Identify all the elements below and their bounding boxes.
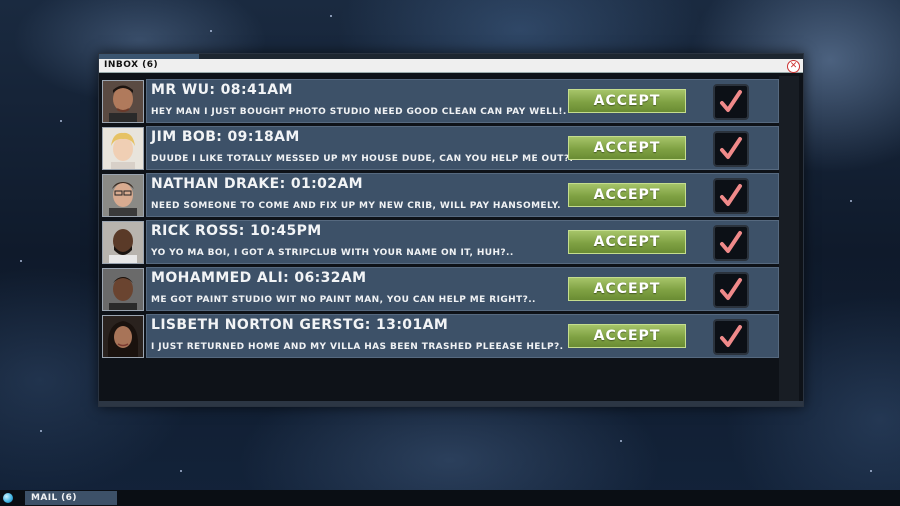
scrollbar[interactable] (779, 76, 799, 401)
avatar (102, 80, 144, 123)
message-header: RICK ROSS: 10:45PM (151, 223, 322, 239)
message-box[interactable]: NATHAN DRAKE: 01:02AM NEED SOMEONE TO CO… (146, 173, 779, 217)
message-row: MOHAMMED ALI: 06:32AM ME GOT PAINT STUDI… (102, 267, 779, 311)
message-box[interactable]: LISBETH NORTON GERSTG: 13:01AM I JUST RE… (146, 314, 779, 358)
inbox-window: INBOX (6) ✕ MR WU: 08:41AM HEY MAN I JUS… (98, 53, 804, 407)
checkbox[interactable] (713, 178, 749, 214)
avatar (102, 268, 144, 311)
message-row: JIM BOB: 09:18AM DUUDE I LIKE TOTALLY ME… (102, 126, 779, 170)
taskbar-mail-button[interactable]: MAIL (6) (25, 491, 117, 505)
window-titlebar[interactable]: INBOX (6) ✕ (99, 59, 803, 73)
inbox-list: MR WU: 08:41AM HEY MAN I JUST BOUGHT PHO… (99, 73, 803, 406)
avatar (102, 221, 144, 264)
checkmark-icon (720, 137, 742, 159)
close-icon[interactable]: ✕ (787, 60, 800, 73)
message-text: ME GOT PAINT STUDIO WIT NO PAINT MAN, YO… (151, 295, 536, 305)
message-box[interactable]: JIM BOB: 09:18AM DUUDE I LIKE TOTALLY ME… (146, 126, 779, 170)
checkbox[interactable] (713, 272, 749, 308)
message-text: HEY MAN I JUST BOUGHT PHOTO STUDIO NEED … (151, 107, 567, 117)
message-text: DUUDE I LIKE TOTALLY MESSED UP MY HOUSE … (151, 154, 574, 164)
accept-button[interactable]: ACCEPT (568, 230, 686, 254)
message-text: NEED SOMEONE TO COME AND FIX UP MY NEW C… (151, 201, 561, 211)
accept-button[interactable]: ACCEPT (568, 183, 686, 207)
checkmark-icon (720, 325, 742, 347)
message-header: MR WU: 08:41AM (151, 82, 293, 98)
message-header: LISBETH NORTON GERSTG: 13:01AM (151, 317, 449, 333)
accept-button[interactable]: ACCEPT (568, 89, 686, 113)
message-box[interactable]: RICK ROSS: 10:45PM YO YO MA BOI, I GOT A… (146, 220, 779, 264)
avatar (102, 174, 144, 217)
checkmark-icon (720, 231, 742, 253)
accept-button[interactable]: ACCEPT (568, 277, 686, 301)
message-header: MOHAMMED ALI: 06:32AM (151, 270, 367, 286)
message-box[interactable]: MR WU: 08:41AM HEY MAN I JUST BOUGHT PHO… (146, 79, 779, 123)
message-header: NATHAN DRAKE: 01:02AM (151, 176, 364, 192)
start-orb-icon[interactable] (3, 493, 13, 503)
message-header: JIM BOB: 09:18AM (151, 129, 300, 145)
window-title: INBOX (6) (104, 60, 159, 70)
message-row: RICK ROSS: 10:45PM YO YO MA BOI, I GOT A… (102, 220, 779, 264)
message-row: LISBETH NORTON GERSTG: 13:01AM I JUST RE… (102, 314, 779, 358)
message-text: YO YO MA BOI, I GOT A STRIPCLUB WITH YOU… (151, 248, 514, 258)
accept-button[interactable]: ACCEPT (568, 324, 686, 348)
taskbar: MAIL (6) (0, 490, 900, 506)
checkmark-icon (720, 278, 742, 300)
checkbox[interactable] (713, 84, 749, 120)
checkbox[interactable] (713, 225, 749, 261)
avatar (102, 127, 144, 170)
message-row: MR WU: 08:41AM HEY MAN I JUST BOUGHT PHO… (102, 79, 779, 123)
message-text: I JUST RETURNED HOME AND MY VILLA HAS BE… (151, 342, 564, 352)
message-box[interactable]: MOHAMMED ALI: 06:32AM ME GOT PAINT STUDI… (146, 267, 779, 311)
checkmark-icon (720, 90, 742, 112)
window-bottom-strip (99, 401, 803, 406)
checkbox[interactable] (713, 131, 749, 167)
checkbox[interactable] (713, 319, 749, 355)
avatar (102, 315, 144, 358)
message-row: NATHAN DRAKE: 01:02AM NEED SOMEONE TO CO… (102, 173, 779, 217)
accept-button[interactable]: ACCEPT (568, 136, 686, 160)
checkmark-icon (720, 184, 742, 206)
